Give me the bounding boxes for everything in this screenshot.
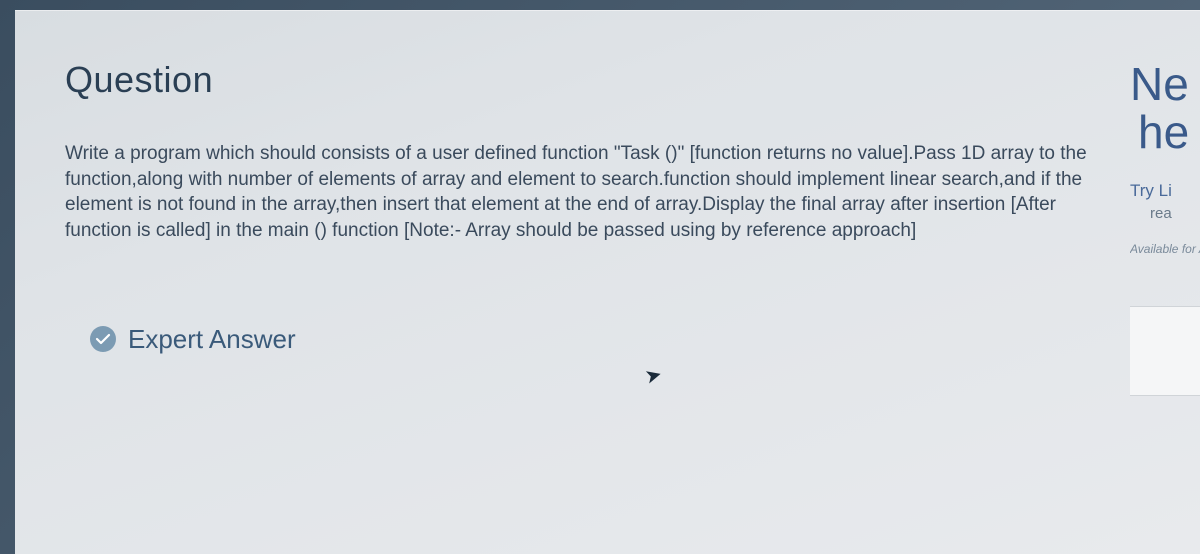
sidebar-heading-line1: Ne: [1130, 61, 1200, 107]
expert-answer-label: Expert Answer: [128, 324, 296, 355]
sidebar-partial: Ne he Try Li rea Available for A: [1130, 61, 1200, 396]
sidebar-heading-line2: he: [1138, 109, 1200, 155]
sidebar-try-link[interactable]: Try Li: [1130, 181, 1200, 201]
sidebar-card: [1130, 306, 1200, 396]
expert-answer-header: Expert Answer: [90, 324, 1125, 355]
question-title: Question: [65, 59, 1125, 101]
cursor-icon: ➤: [642, 361, 665, 389]
sidebar-rea-text: rea: [1150, 205, 1200, 222]
page-frame: Question Write a program which should co…: [15, 10, 1200, 554]
content-row: Question Write a program which should co…: [65, 59, 1150, 355]
sidebar-available-text: Available for A: [1130, 242, 1200, 256]
main-column: Question Write a program which should co…: [65, 59, 1125, 355]
question-body: Write a program which should consists of…: [65, 141, 1125, 244]
checkmark-icon: [90, 326, 116, 352]
